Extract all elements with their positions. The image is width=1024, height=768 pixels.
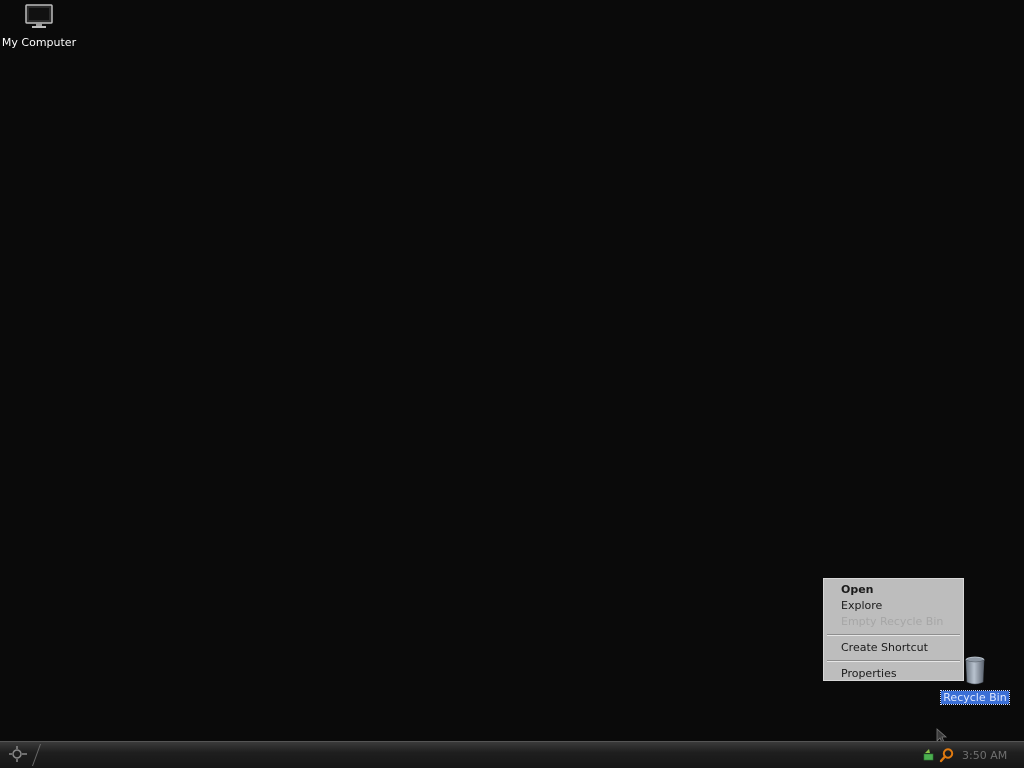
search-icon[interactable] <box>938 746 956 764</box>
recycle-bin-icon <box>964 656 986 689</box>
start-button-edge <box>31 744 42 766</box>
menu-item-open[interactable]: Open <box>824 582 963 598</box>
safely-remove-hardware-icon[interactable] <box>920 746 938 764</box>
system-tray: 3:50 AM <box>920 742 1024 768</box>
context-menu: Open Explore Empty Recycle Bin Create Sh… <box>823 578 964 681</box>
taskbar: 3:50 AM <box>0 741 1024 768</box>
menu-separator <box>827 660 960 662</box>
menu-item-empty-recycle-bin: Empty Recycle Bin <box>841 615 944 628</box>
taskbar-clock[interactable]: 3:50 AM <box>962 749 1007 762</box>
menu-item-create-shortcut[interactable]: Create Shortcut <box>824 640 963 656</box>
menu-item-explore[interactable]: Explore <box>824 598 963 614</box>
start-gear-icon <box>8 745 28 766</box>
monitor-icon <box>25 4 53 30</box>
menu-item-properties[interactable]: Properties <box>824 666 963 682</box>
desktop-icon-my-computer[interactable]: My Computer <box>0 4 78 49</box>
menu-separator <box>827 634 960 636</box>
desktop[interactable]: My Computer Recycle Bin Open Explore Emp… <box>0 0 1024 744</box>
desktop-icon-label: Recycle Bin <box>940 690 1010 705</box>
start-button[interactable] <box>0 742 44 768</box>
desktop-icon-label: My Computer <box>1 36 77 49</box>
